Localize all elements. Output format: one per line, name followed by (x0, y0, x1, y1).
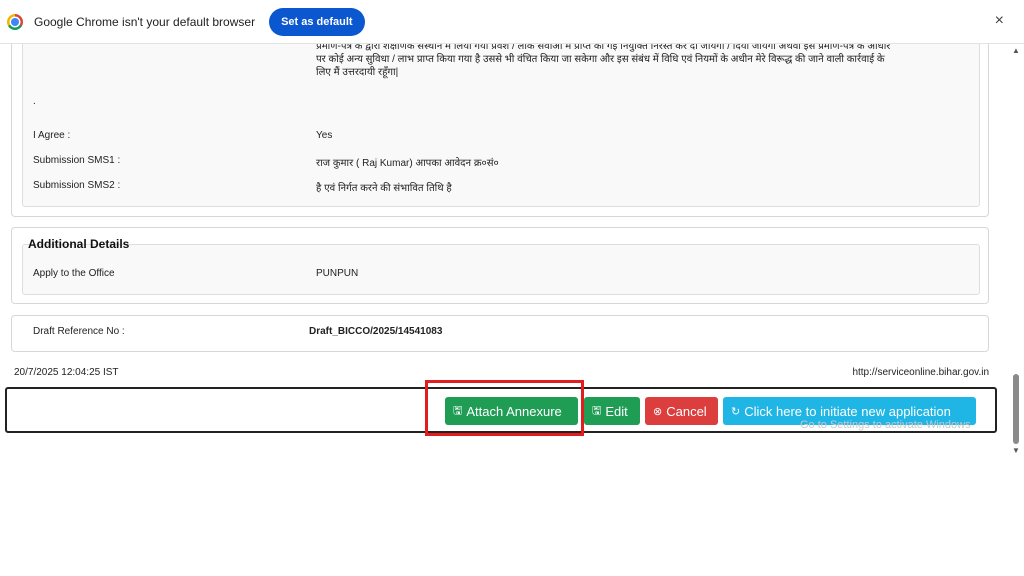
edit-button[interactable]: 🖫 Edit (584, 397, 640, 425)
declaration-dot: . (33, 96, 36, 107)
floppy-disk-icon: 🖫 (592, 404, 602, 417)
draft-reference-panel (11, 315, 989, 352)
cancel-label: Cancel (666, 403, 707, 419)
times-circle-icon: ⊗ (653, 405, 663, 418)
edit-label: Edit (605, 403, 628, 419)
refresh-icon: ↻ (731, 405, 741, 418)
set-as-default-button[interactable]: Set as default (269, 7, 365, 36)
scroll-down-arrow-icon[interactable]: ▼ (1012, 446, 1020, 455)
agree-label: I Agree : (33, 130, 71, 141)
default-browser-infobar: Google Chrome isn't your default browser… (0, 0, 1024, 44)
page-scrollbar[interactable]: ▲ ▼ (1012, 44, 1020, 455)
sms1-label: Submission SMS1 : (33, 155, 121, 166)
declaration-paragraph: प्रमाण-पत्र के द्वारा शैक्षणिक संस्थान म… (316, 41, 891, 78)
apply-office-label: Apply to the Office (33, 268, 115, 279)
site-url: http://serviceonline.bihar.gov.in (852, 367, 989, 378)
draft-reference-value: Draft_BICCO/2025/14541083 (309, 326, 443, 337)
attach-annexure-highlight (425, 380, 584, 436)
new-application-label: Click here to initiate new application (744, 403, 951, 419)
additional-details-inner (22, 244, 980, 295)
draft-reference-label: Draft Reference No : (33, 326, 125, 337)
timestamp: 20/7/2025 12:04:25 IST (14, 367, 119, 378)
sms2-value: है एवं निर्गत करने की संभावित तिथि है (316, 183, 452, 194)
agree-value: Yes (316, 130, 333, 141)
infobar-message: Google Chrome isn't your default browser (34, 14, 256, 29)
cancel-button[interactable]: ⊗ Cancel (645, 397, 718, 425)
scroll-up-arrow-icon[interactable]: ▲ (1012, 46, 1020, 55)
sms1-value: राज कुमार ( Raj Kumar) आपका आवेदन क्र०सं… (316, 158, 499, 169)
close-infobar-icon[interactable]: × (995, 12, 1004, 30)
scroll-thumb[interactable] (1013, 374, 1019, 444)
windows-activation-watermark: Go to Settings to activate Windows (800, 419, 971, 431)
apply-office-value: PUNPUN (316, 268, 359, 279)
additional-details-title: Additional Details (28, 237, 130, 251)
sms2-label: Submission SMS2 : (33, 180, 121, 191)
chrome-logo-icon (7, 13, 23, 30)
